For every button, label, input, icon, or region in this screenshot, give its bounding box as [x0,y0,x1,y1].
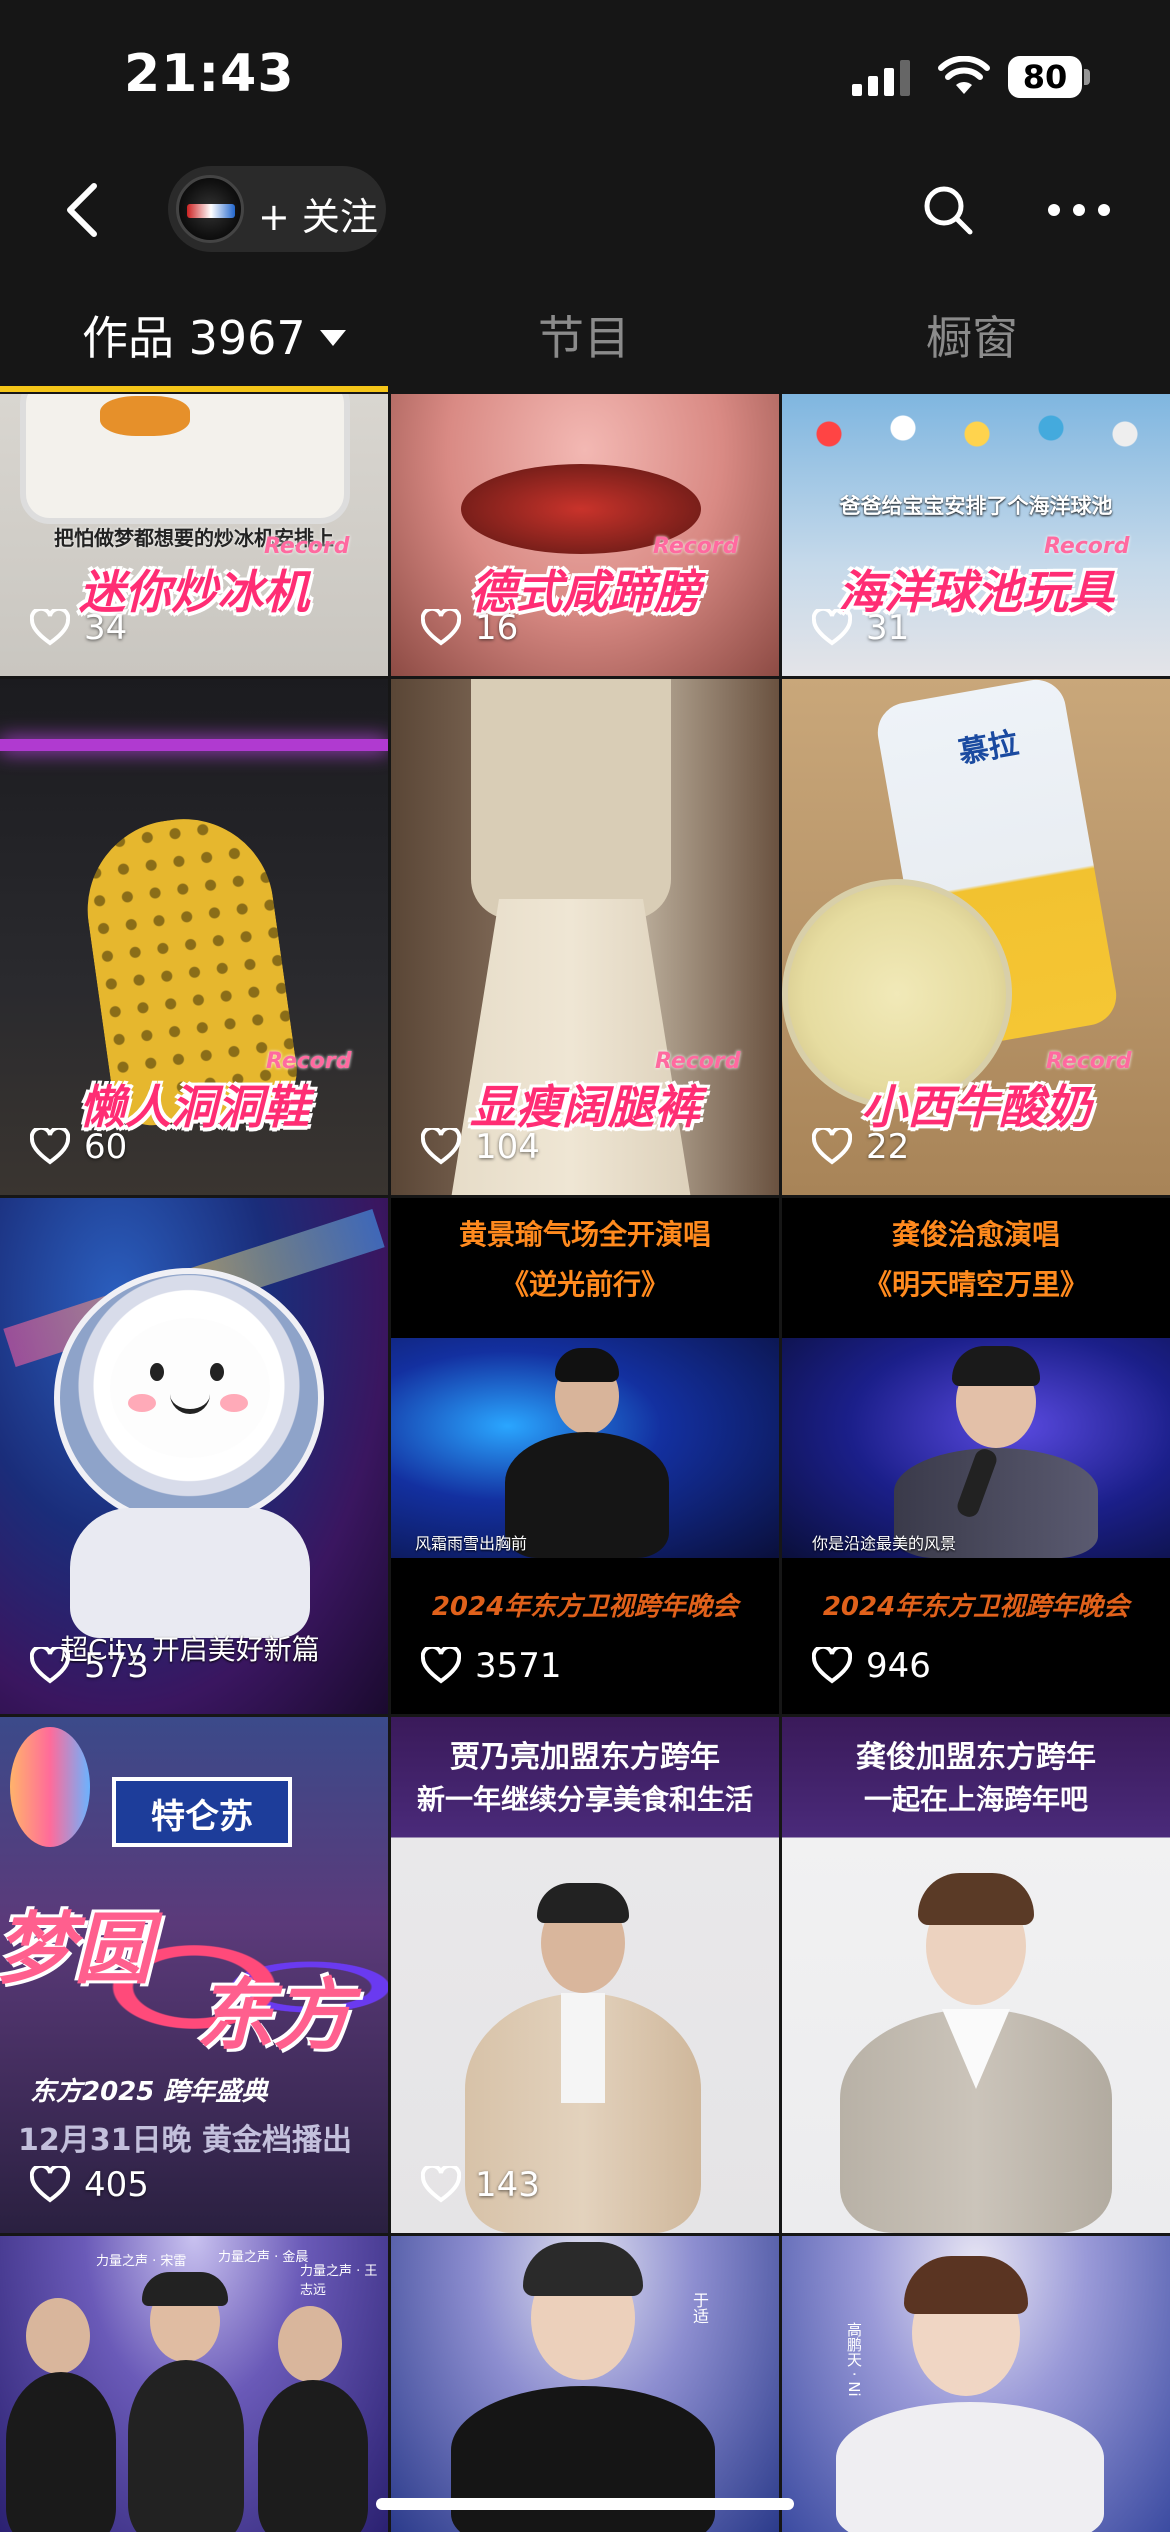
video-tile[interactable]: 于适 [391,2236,779,2532]
search-icon[interactable] [922,184,974,236]
heart-icon [30,609,70,646]
clock: 21:43 [124,44,295,104]
tile-headline: 黄景瑜气场全开演唱 [458,1218,711,1251]
tile-song: 《明天晴空万里》 [863,1268,1088,1301]
promo-date: 12月31日晚 黄金档播出 [18,2123,352,2158]
promo-title-2: 东方 [196,1971,353,2061]
tile-headline: 龚俊加盟东方跨年 [856,1740,1096,1775]
video-tile[interactable]: 高鹏天 · Ni [782,2236,1170,2532]
like-count: 16 [421,606,518,650]
heart-icon [421,609,461,646]
like-count: 143 [421,2163,540,2207]
video-tile[interactable]: 龚俊加盟东方跨年 一起在上海跨年吧 [782,1717,1170,2233]
promo-tag: 东方2025 跨年盛典 [30,2077,268,2107]
heart-icon [812,609,852,646]
video-tile[interactable]: 贾乃亮加盟东方跨年 新一年继续分享美食和生活 143 [391,1717,779,2233]
video-tile[interactable]: 把怕做梦都想要的炒冰机安排上 Record 迷你炒冰机 34 [0,394,388,676]
top-nav: + 关注 [0,150,1170,270]
heart-icon [421,2166,461,2203]
heart-icon [812,1128,852,1165]
avatar[interactable] [176,175,244,243]
video-tile[interactable]: 龚俊治愈演唱 《明天晴空万里》 你是沿途最美的风景 2024年东方卫视跨年晚会 … [782,1198,1170,1714]
brand-logo: 特仑苏 [151,1797,253,1837]
like-count: 573 [30,1644,149,1688]
heart-icon [421,1128,461,1165]
tile-subtitle: 2024年东方卫视跨年晚会 [822,1592,1130,1622]
video-grid: 把怕做梦都想要的炒冰机安排上 Record 迷你炒冰机 34 Record 德式… [0,394,1170,2532]
video-tile[interactable]: Record 显瘦阔腿裤 104 [391,679,779,1195]
status-bar: 21:43 80 [0,0,1170,150]
battery-icon: 80 [1008,56,1090,98]
video-tile[interactable]: Record 懒人洞洞鞋 60 [0,679,388,1195]
tile-caption: 爸爸给宝宝安排了个海洋球池 [839,494,1113,518]
heart-icon [812,1647,852,1684]
tile-caption: 于适 [690,2292,709,2324]
like-count: 405 [30,2163,149,2207]
tab-works[interactable]: 作品 3967 [82,302,346,368]
tile-song: 新一年继续分享美食和生活 [416,1783,753,1816]
like-count: 31 [812,606,909,650]
home-indicator[interactable] [376,2498,794,2510]
video-tile[interactable]: Record 德式咸蹄膀 16 [391,394,779,676]
wifi-icon [938,56,990,94]
like-count: 104 [421,1125,540,1169]
screen-caption: 你是沿途最美的风景 [812,1534,957,1553]
like-count: 946 [812,1644,931,1688]
screen-caption: 风霜雨雪出胸前 [415,1534,528,1553]
tile-caption-2: 力量之声 · 金晨 [218,2250,309,2265]
like-count: 60 [30,1125,127,1169]
tile-headline: 贾乃亮加盟东方跨年 [450,1740,720,1775]
tile-subtitle: 2024年东方卫视跨年晚会 [431,1592,739,1622]
video-tile[interactable]: 特仑苏 梦圆 东方 东方2025 跨年盛典 12月31日晚 黄金档播出 405 [0,1717,388,2233]
battery-level: 80 [1008,56,1082,98]
tile-song: 一起在上海跨年吧 [863,1783,1088,1816]
more-options-icon[interactable] [1046,200,1112,220]
heart-icon [30,1128,70,1165]
video-tile[interactable]: 力量之声 · 宋雷 力量之声 · 金晨 力量之声 · 王志远 [0,2236,388,2532]
video-tile[interactable]: 爸爸给宝宝安排了个海洋球池 Record 海洋球池玩具 31 [782,394,1170,676]
tile-caption-3: 力量之声 · 王志远 [300,2264,378,2298]
tile-caption: 力量之声 · 宋雷 [96,2254,187,2269]
video-tile[interactable]: 黄景瑜气场全开演唱 《逆光前行》 风霜雨雪出胸前 2024年东方卫视跨年晚会 3… [391,1198,779,1714]
tab-shop-window[interactable]: 橱窗 [926,302,1018,368]
heart-icon [30,1647,70,1684]
follow-label: + 关注 [258,195,378,239]
tab-shows[interactable]: 节目 [538,302,630,368]
video-tile[interactable]: 慕拉 Record 小西牛酸奶 22 [782,679,1170,1195]
tab-works-label: 作品 3967 [82,311,306,365]
like-count: 34 [30,606,127,650]
tile-song: 《逆光前行》 [500,1268,669,1301]
video-tile[interactable]: 超City 开启美好新篇 573 [0,1198,388,1714]
active-tab-indicator [0,386,388,392]
cellular-signal-icon [852,60,910,96]
back-chevron-icon[interactable] [58,180,108,240]
tile-headline: 龚俊治愈演唱 [891,1218,1060,1251]
tile-caption: 高鹏天 · Ni [845,2322,863,2397]
heart-icon [421,1647,461,1684]
heart-icon [30,2166,70,2203]
like-count: 22 [812,1125,909,1169]
like-count: 3571 [421,1644,562,1688]
follow-button[interactable]: + 关注 [168,166,386,252]
dropdown-caret-icon[interactable] [319,329,346,346]
promo-title-1: 梦圆 [0,1905,153,1995]
tab-bar: 作品 3967 节目 橱窗 [0,280,1170,392]
